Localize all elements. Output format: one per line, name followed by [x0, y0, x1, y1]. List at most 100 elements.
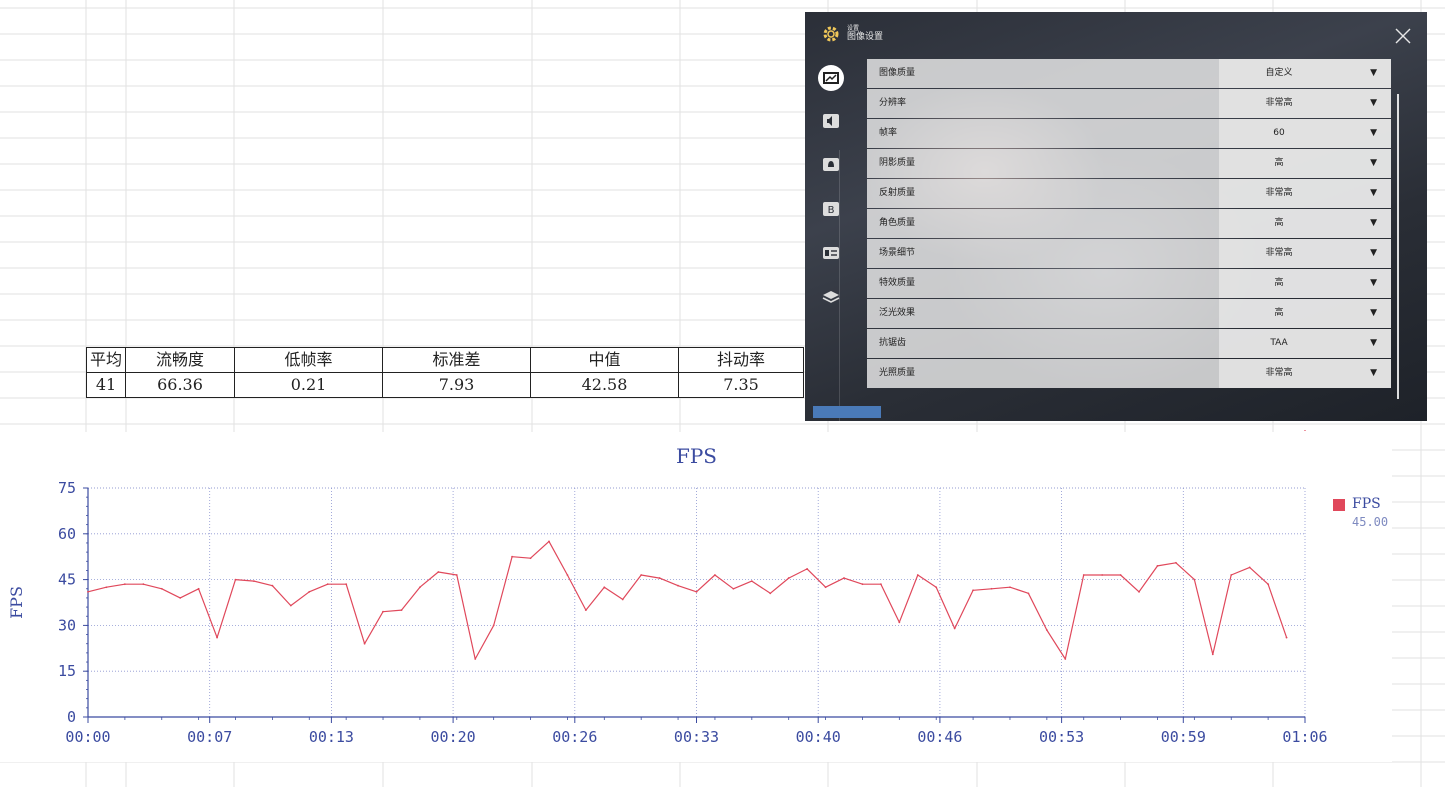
settings-row-value: 高 [1274, 278, 1284, 288]
sound-icon[interactable] [821, 112, 841, 130]
settings-row[interactable]: 反射质量 非常高 ▼ [867, 179, 1391, 208]
settings-row-label: 帧率 [879, 128, 898, 138]
settings-scrollbar[interactable] [1397, 94, 1399, 399]
x-tick-label: 00:20 [431, 728, 476, 746]
settings-row[interactable]: 角色质量高 ▼ [867, 209, 1391, 238]
dropdown-arrow-icon: ▼ [1370, 368, 1377, 378]
dropdown-arrow-icon: ▼ [1370, 308, 1377, 318]
settings-row-label: 反射质量 [879, 188, 916, 198]
dropdown-arrow-icon: ▼ [1370, 128, 1377, 138]
settings-row-label: 阴影质量 [879, 158, 916, 168]
data-point [935, 586, 938, 589]
settings-row-label: 抗锯齿 [879, 338, 907, 348]
settings-list: 图像质量 自定义 ▼ 分辨率 非常高 ▼ 帧率 60 ▼ 阴影质量高 ▼ 反射质量 非常高 ▼ 角色质量高 ▼… [867, 59, 1391, 389]
data-point [382, 610, 384, 613]
data-point [1267, 583, 1270, 586]
y-axis-label: FPS [7, 586, 26, 619]
settings-row-dropdown[interactable]: 高 ▼ [1219, 269, 1391, 298]
settings-row-dropdown[interactable]: 非常高 ▼ [1219, 359, 1391, 388]
account-icon[interactable]: B [821, 200, 841, 218]
data-point [271, 584, 274, 587]
data-point [953, 627, 956, 630]
data-point [769, 592, 772, 595]
settings-row[interactable]: 帧率 60 ▼ [867, 119, 1391, 148]
stats-header-cell: 中值 [530, 347, 679, 373]
x-tick-label: 00:33 [674, 728, 719, 746]
x-tick-label: 00:26 [552, 728, 597, 746]
stats-header-row: 平均 流畅度 低帧率 标准差 中值 抖动率 [86, 347, 804, 373]
fps-chart: FPS 0 15 30 45 60 75 00:00 00:07 00:13 00:20 00:26 0… [7, 430, 1328, 746]
settings-row[interactable]: 光照质量 非常高 ▼ [867, 359, 1391, 388]
stats-table: 平均 流畅度 低帧率 标准差 中值 抖动率 41 66.36 0.21 7.93… [86, 347, 804, 398]
x-tick-label: 00:59 [1161, 728, 1206, 746]
settings-row-value: 自定义 [1265, 68, 1293, 78]
settings-row[interactable]: 阴影质量 高 ▼ [867, 149, 1391, 178]
settings-row-value: TAA [1270, 338, 1288, 348]
data-point [1045, 629, 1048, 631]
y-tick-label: 75 [58, 479, 76, 497]
series-line-fps [87, 540, 1288, 660]
stats-value-cell: 41 [86, 372, 126, 398]
settings-row[interactable]: 图像质量 自定义 ▼ [867, 59, 1391, 88]
data-point [197, 587, 200, 590]
close-icon[interactable] [1393, 26, 1413, 46]
data-point [437, 571, 440, 573]
settings-row-dropdown[interactable]: 非常高 ▼ [1219, 239, 1391, 268]
settings-row-value: 60 [1273, 128, 1285, 138]
settings-row-dropdown[interactable]: 高 ▼ [1219, 299, 1391, 328]
data-point [234, 578, 237, 581]
dropdown-arrow-icon: ▼ [1370, 188, 1377, 198]
svg-text:B: B [828, 205, 835, 216]
layers-icon[interactable] [821, 288, 841, 306]
data-point [1248, 566, 1251, 569]
data-point [1101, 574, 1104, 576]
settings-row[interactable]: 抗锯齿 TAA ▼ [867, 329, 1391, 358]
settings-row-dropdown[interactable]: 高 ▼ [1219, 149, 1391, 178]
stats-header-cell: 低帧率 [234, 347, 383, 373]
data-point [253, 580, 255, 583]
x-tick-label: 00:53 [1039, 728, 1084, 746]
settings-row[interactable]: 特效质量高 ▼ [867, 269, 1391, 298]
data-point [861, 583, 864, 586]
data-point [677, 584, 679, 587]
notification-icon[interactable] [821, 156, 841, 174]
stats-value-cell: 66.36 [125, 372, 235, 398]
settings-row-dropdown[interactable]: 非常高 ▼ [1219, 89, 1391, 118]
settings-side-rail: B [815, 60, 847, 421]
chart-title: FPS [676, 444, 717, 468]
data-point [492, 624, 495, 627]
data-point [566, 574, 569, 576]
data-point [879, 583, 882, 586]
settings-row-label: 图像质量 [879, 68, 916, 78]
data-point [529, 557, 532, 560]
x-tick-label: 00:13 [309, 728, 354, 746]
settings-title: 图像设置 [847, 32, 884, 42]
settings-row-label: 场景细节 [879, 248, 916, 258]
settings-row[interactable]: 泛光效果高 ▼ [867, 299, 1391, 328]
settings-row-dropdown[interactable]: 高 ▼ [1219, 209, 1391, 238]
data-point [972, 589, 974, 592]
settings-row[interactable]: 场景细节 非常高 ▼ [867, 239, 1391, 268]
data-point [806, 568, 809, 570]
data-point [419, 586, 421, 589]
legend-series-name: FPS [1352, 496, 1381, 512]
x-tick-label: 01:06 [1282, 728, 1327, 746]
data-point [898, 621, 901, 624]
display-icon[interactable] [817, 64, 845, 92]
data-point [400, 609, 403, 612]
settings-row-dropdown[interactable]: 非常高 ▼ [1219, 179, 1391, 208]
data-point [787, 577, 790, 579]
settings-row-dropdown[interactable]: 自定义 ▼ [1219, 59, 1391, 88]
bottom-tab-indicator[interactable] [813, 406, 881, 418]
data-point [216, 636, 218, 639]
card-icon[interactable] [821, 244, 841, 262]
data-point [658, 577, 661, 579]
settings-row[interactable]: 分辨率 非常高 ▼ [867, 89, 1391, 118]
stats-header-cell: 抖动率 [678, 347, 804, 373]
stats-value-row: 41 66.36 0.21 7.93 42.58 7.35 [86, 372, 804, 398]
data-point [474, 658, 477, 660]
data-point [603, 586, 606, 589]
settings-row-dropdown[interactable]: TAA ▼ [1219, 329, 1391, 358]
settings-row-dropdown[interactable]: 60 ▼ [1219, 119, 1391, 148]
data-point [824, 586, 827, 589]
